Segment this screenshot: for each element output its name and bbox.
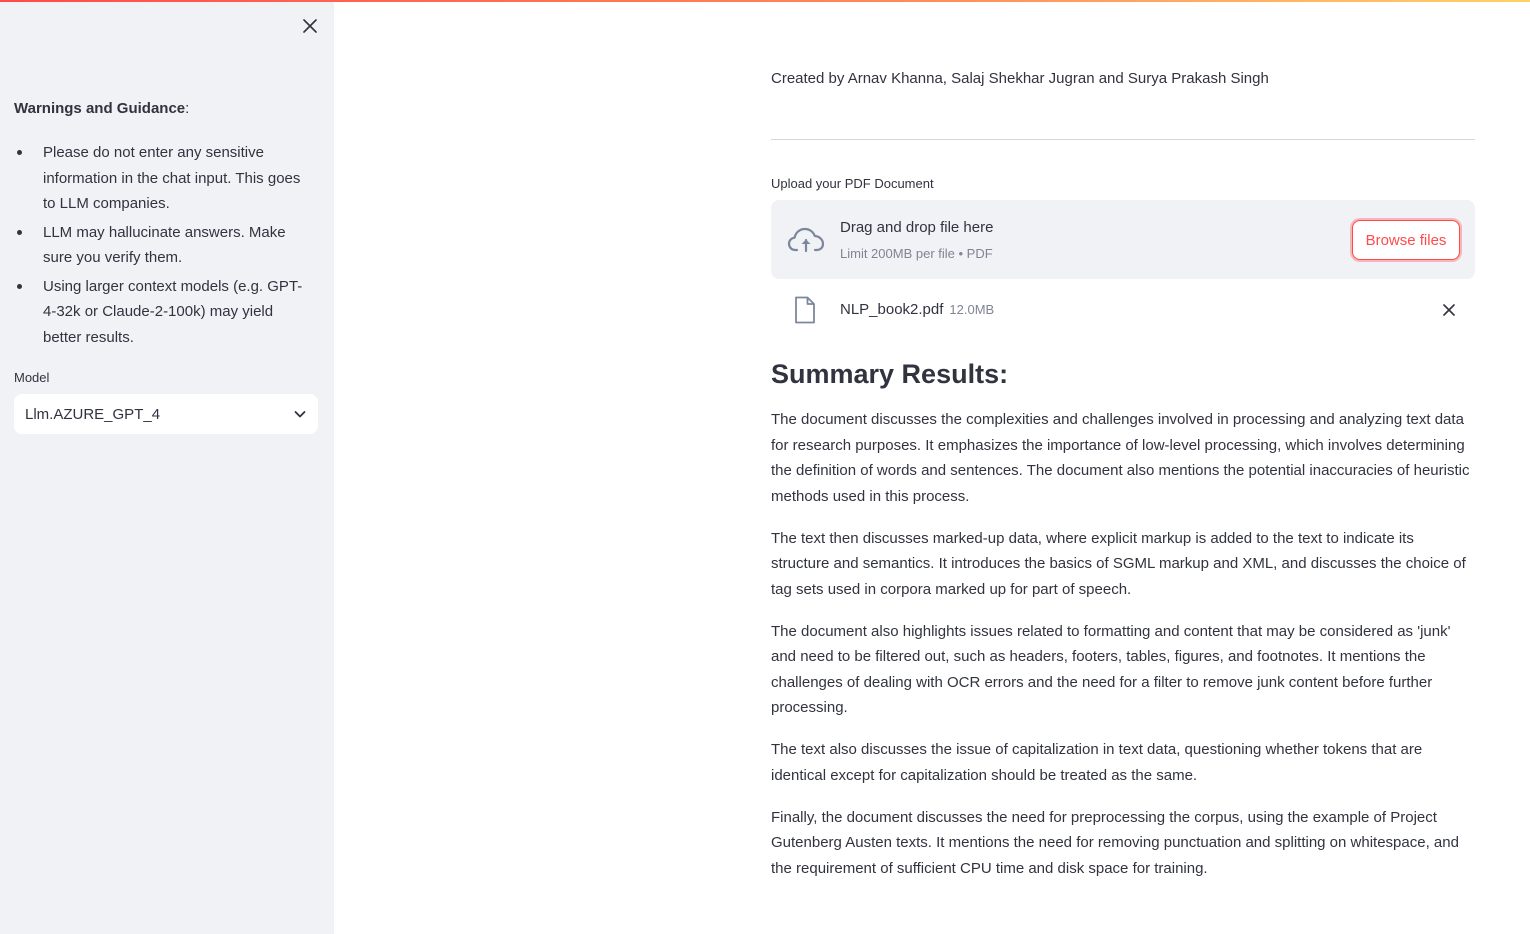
guidance-title: Warnings and Guidance xyxy=(14,100,186,117)
file-size: 12.0MB xyxy=(949,302,995,317)
file-name: NLP_book2.pdf xyxy=(840,301,944,318)
divider xyxy=(771,139,1475,140)
model-label: Model xyxy=(14,370,50,385)
uploaded-file-info: NLP_book2.pdf 12.0MB xyxy=(840,300,994,320)
guidance-item: LLM may hallucinate answers. Make sure y… xyxy=(14,220,314,271)
credits-text: Created by Arnav Khanna, Salaj Shekhar J… xyxy=(771,70,1269,87)
sidebar: Warnings and Guidance: Please do not ent… xyxy=(0,0,334,934)
guidance-item: Please do not enter any sensitive inform… xyxy=(14,140,314,217)
dropzone-limit: Limit 200MB per file • PDF xyxy=(840,246,993,261)
close-icon xyxy=(303,19,317,33)
file-icon xyxy=(795,296,815,324)
model-select-value: Llm.AZURE_GPT_4 xyxy=(25,405,161,423)
chevron-down-icon xyxy=(294,411,306,418)
close-sidebar-button[interactable] xyxy=(298,14,322,38)
browse-files-button[interactable]: Browse files xyxy=(1352,220,1460,260)
uploaded-file-row: NLP_book2.pdf 12.0MB xyxy=(771,294,1475,326)
dropzone-title: Drag and drop file here xyxy=(840,219,994,236)
file-dropzone[interactable]: Drag and drop file here Limit 200MB per … xyxy=(771,200,1475,279)
guidance-list: Please do not enter any sensitive inform… xyxy=(14,140,314,353)
guidance-heading: Warnings and Guidance: xyxy=(14,99,189,119)
summary-heading: Summary Results: xyxy=(771,359,1009,389)
guidance-item: Using larger context models (e.g. GPT-4-… xyxy=(14,274,314,351)
guidance-colon: : xyxy=(185,100,190,117)
summary-paragraph: Finally, the document discusses the need… xyxy=(771,808,1459,877)
top-decoration-bar xyxy=(0,0,1530,2)
remove-file-button[interactable] xyxy=(1439,300,1459,320)
close-icon xyxy=(1443,304,1455,316)
summary-body: The document discusses the complexities … xyxy=(771,407,1475,898)
summary-paragraph: The document also highlights issues rela… xyxy=(771,622,1451,717)
model-select[interactable]: Llm.AZURE_GPT_4 xyxy=(14,394,318,434)
cloud-upload-icon xyxy=(787,227,825,253)
summary-paragraph: The text also discusses the issue of cap… xyxy=(771,741,1423,784)
summary-paragraph: The text then discusses marked-up data, … xyxy=(771,529,1466,598)
upload-label: Upload your PDF Document xyxy=(771,176,934,191)
summary-paragraph: The document discusses the complexities … xyxy=(771,411,1470,505)
